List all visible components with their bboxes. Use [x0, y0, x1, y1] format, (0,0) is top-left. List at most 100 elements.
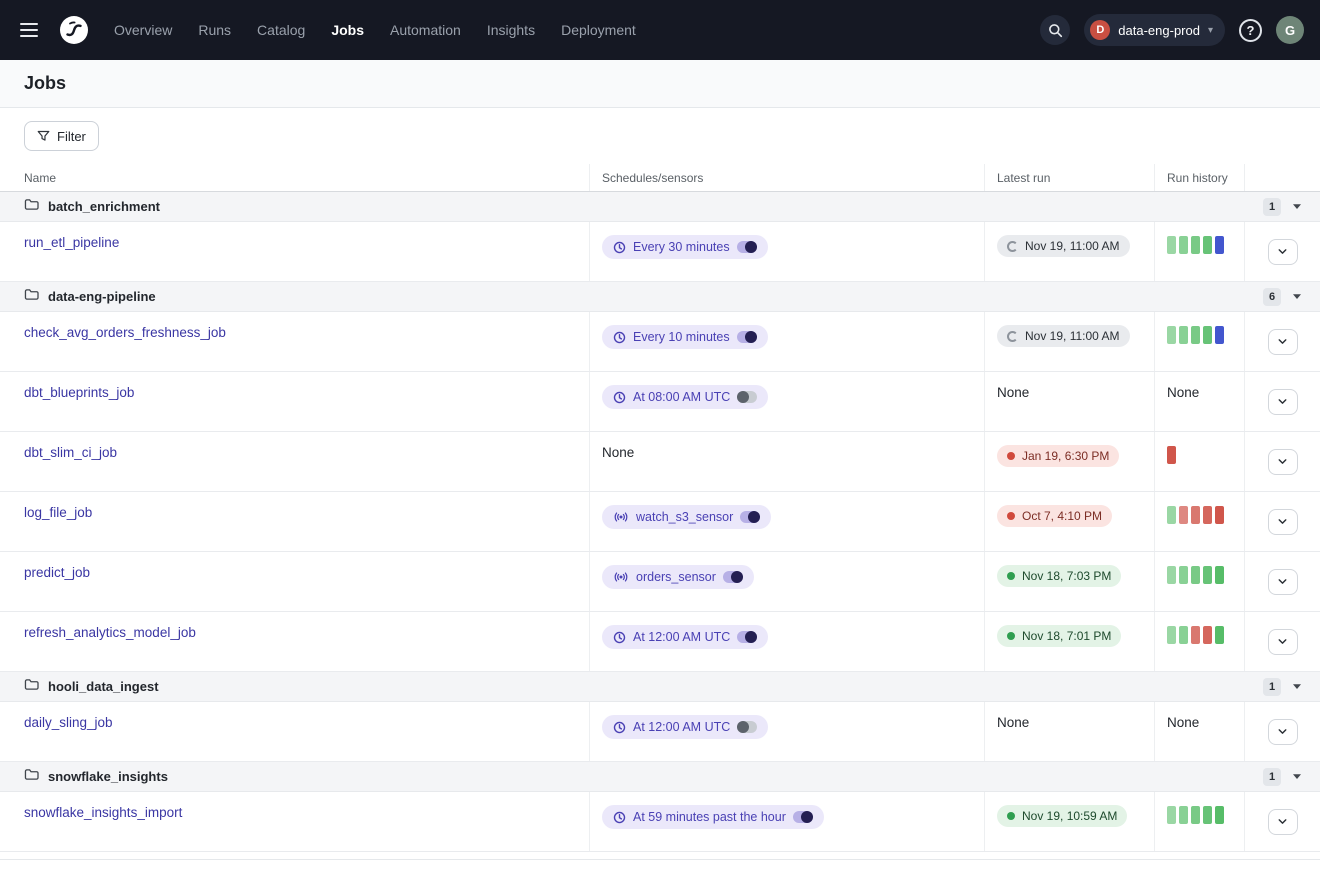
- schedules-cell: orders_sensor: [590, 552, 985, 611]
- run-history-bar[interactable]: [1215, 326, 1224, 344]
- run-status-dot-icon: [1007, 512, 1015, 520]
- group-count-badge: 1: [1263, 198, 1281, 216]
- run-history-bar[interactable]: [1179, 806, 1188, 824]
- deployment-switcher[interactable]: D data-eng-prod ▾: [1084, 14, 1225, 46]
- run-history-bar[interactable]: [1167, 506, 1176, 524]
- schedule-pill[interactable]: At 12:00 AM UTC: [602, 625, 768, 649]
- latest-run-pill[interactable]: Nov 18, 7:01 PM: [997, 625, 1121, 647]
- group-collapse-caret[interactable]: [1292, 683, 1302, 690]
- run-history-bar[interactable]: [1167, 446, 1176, 464]
- schedule-pill[interactable]: At 08:00 AM UTC: [602, 385, 768, 409]
- run-history-bar[interactable]: [1179, 626, 1188, 644]
- group-collapse-caret[interactable]: [1292, 293, 1302, 300]
- schedule-pill[interactable]: At 59 minutes past the hour: [602, 805, 824, 829]
- run-history-bar[interactable]: [1191, 506, 1200, 524]
- automation-toggle[interactable]: [737, 391, 757, 403]
- latest-run-pill[interactable]: Oct 7, 4:10 PM: [997, 505, 1112, 527]
- schedule-pill[interactable]: At 12:00 AM UTC: [602, 715, 768, 739]
- job-name-link[interactable]: snowflake_insights_import: [24, 805, 577, 820]
- job-name-link[interactable]: refresh_analytics_model_job: [24, 625, 577, 640]
- chevron-down-icon: [1276, 635, 1289, 648]
- nav-item-runs[interactable]: Runs: [198, 22, 231, 38]
- run-history-bar[interactable]: [1215, 566, 1224, 584]
- run-history-bar[interactable]: [1191, 566, 1200, 584]
- run-history-bar[interactable]: [1167, 566, 1176, 584]
- job-name-link[interactable]: predict_job: [24, 565, 577, 580]
- run-history-bar[interactable]: [1167, 236, 1176, 254]
- automation-toggle[interactable]: [723, 571, 743, 583]
- expand-row-button[interactable]: [1268, 569, 1298, 595]
- user-avatar[interactable]: G: [1276, 16, 1304, 44]
- latest-run-pill[interactable]: Nov 19, 10:59 AM: [997, 805, 1127, 827]
- run-history-bar[interactable]: [1179, 326, 1188, 344]
- expand-row-button[interactable]: [1268, 719, 1298, 745]
- run-history-bar[interactable]: [1203, 626, 1212, 644]
- sensor-pill[interactable]: orders_sensor: [602, 565, 754, 589]
- run-history-bar[interactable]: [1191, 626, 1200, 644]
- automation-toggle[interactable]: [740, 511, 760, 523]
- run-history-bar[interactable]: [1191, 806, 1200, 824]
- run-history-bar[interactable]: [1167, 806, 1176, 824]
- nav-item-automation[interactable]: Automation: [390, 22, 461, 38]
- latest-run-pill[interactable]: Nov 19, 11:00 AM: [997, 325, 1130, 347]
- dagster-logo-icon[interactable]: [58, 14, 90, 46]
- automation-toggle[interactable]: [737, 721, 757, 733]
- run-history-bar[interactable]: [1191, 236, 1200, 254]
- schedule-pill[interactable]: Every 30 minutes: [602, 235, 768, 259]
- sensor-pill[interactable]: watch_s3_sensor: [602, 505, 771, 529]
- run-history-bar[interactable]: [1215, 236, 1224, 254]
- latest-run-pill[interactable]: Nov 18, 7:03 PM: [997, 565, 1121, 587]
- group-collapse-caret[interactable]: [1292, 203, 1302, 210]
- run-history-bar[interactable]: [1203, 566, 1212, 584]
- run-history-bar[interactable]: [1179, 506, 1188, 524]
- run-history-bar[interactable]: [1167, 626, 1176, 644]
- run-history-bar[interactable]: [1203, 236, 1212, 254]
- run-history-bar[interactable]: [1215, 626, 1224, 644]
- group-collapse-caret[interactable]: [1292, 773, 1302, 780]
- run-history-bar[interactable]: [1203, 506, 1212, 524]
- run-history-bar[interactable]: [1179, 236, 1188, 254]
- job-name-link[interactable]: dbt_blueprints_job: [24, 385, 577, 400]
- run-history-bar[interactable]: [1191, 326, 1200, 344]
- nav-item-overview[interactable]: Overview: [114, 22, 172, 38]
- nav-item-insights[interactable]: Insights: [487, 22, 535, 38]
- expand-row-button[interactable]: [1268, 809, 1298, 835]
- search-button[interactable]: [1040, 15, 1070, 45]
- run-history-bar[interactable]: [1203, 326, 1212, 344]
- run-history-none: None: [1167, 715, 1232, 730]
- latest-run-cell: Nov 18, 7:03 PM: [985, 552, 1155, 611]
- run-history-bar[interactable]: [1203, 806, 1212, 824]
- group-name: data-eng-pipeline: [48, 289, 156, 304]
- run-history-bar[interactable]: [1179, 566, 1188, 584]
- expand-row-button[interactable]: [1268, 239, 1298, 265]
- latest-run-pill[interactable]: Nov 19, 11:00 AM: [997, 235, 1130, 257]
- help-button[interactable]: ?: [1239, 19, 1262, 42]
- filter-button[interactable]: Filter: [24, 121, 99, 151]
- expand-row-button[interactable]: [1268, 389, 1298, 415]
- expand-row-button[interactable]: [1268, 449, 1298, 475]
- expand-row-button[interactable]: [1268, 629, 1298, 655]
- hamburger-menu-icon[interactable]: [16, 14, 48, 46]
- job-name-link[interactable]: log_file_job: [24, 505, 577, 520]
- schedule-pill[interactable]: Every 10 minutes: [602, 325, 768, 349]
- nav-item-deployment[interactable]: Deployment: [561, 22, 636, 38]
- run-history-bar[interactable]: [1215, 506, 1224, 524]
- automation-toggle[interactable]: [737, 631, 757, 643]
- job-name-link[interactable]: run_etl_pipeline: [24, 235, 577, 250]
- automation-toggle[interactable]: [737, 241, 757, 253]
- expand-row-button[interactable]: [1268, 329, 1298, 355]
- nav-item-jobs[interactable]: Jobs: [331, 22, 364, 38]
- job-name-link[interactable]: check_avg_orders_freshness_job: [24, 325, 577, 340]
- automation-toggle[interactable]: [793, 811, 813, 823]
- nav-item-catalog[interactable]: Catalog: [257, 22, 305, 38]
- job-name-link[interactable]: dbt_slim_ci_job: [24, 445, 577, 460]
- run-history-bar[interactable]: [1167, 326, 1176, 344]
- latest-run-pill[interactable]: Jan 19, 6:30 PM: [997, 445, 1119, 467]
- automation-toggle[interactable]: [737, 331, 757, 343]
- table-header: Name Schedules/sensors Latest run Run hi…: [0, 164, 1320, 192]
- run-history: [1167, 625, 1232, 644]
- job-name-link[interactable]: daily_sling_job: [24, 715, 577, 730]
- expand-row-button[interactable]: [1268, 509, 1298, 535]
- group-row: snowflake_insights1: [0, 762, 1320, 792]
- run-history-bar[interactable]: [1215, 806, 1224, 824]
